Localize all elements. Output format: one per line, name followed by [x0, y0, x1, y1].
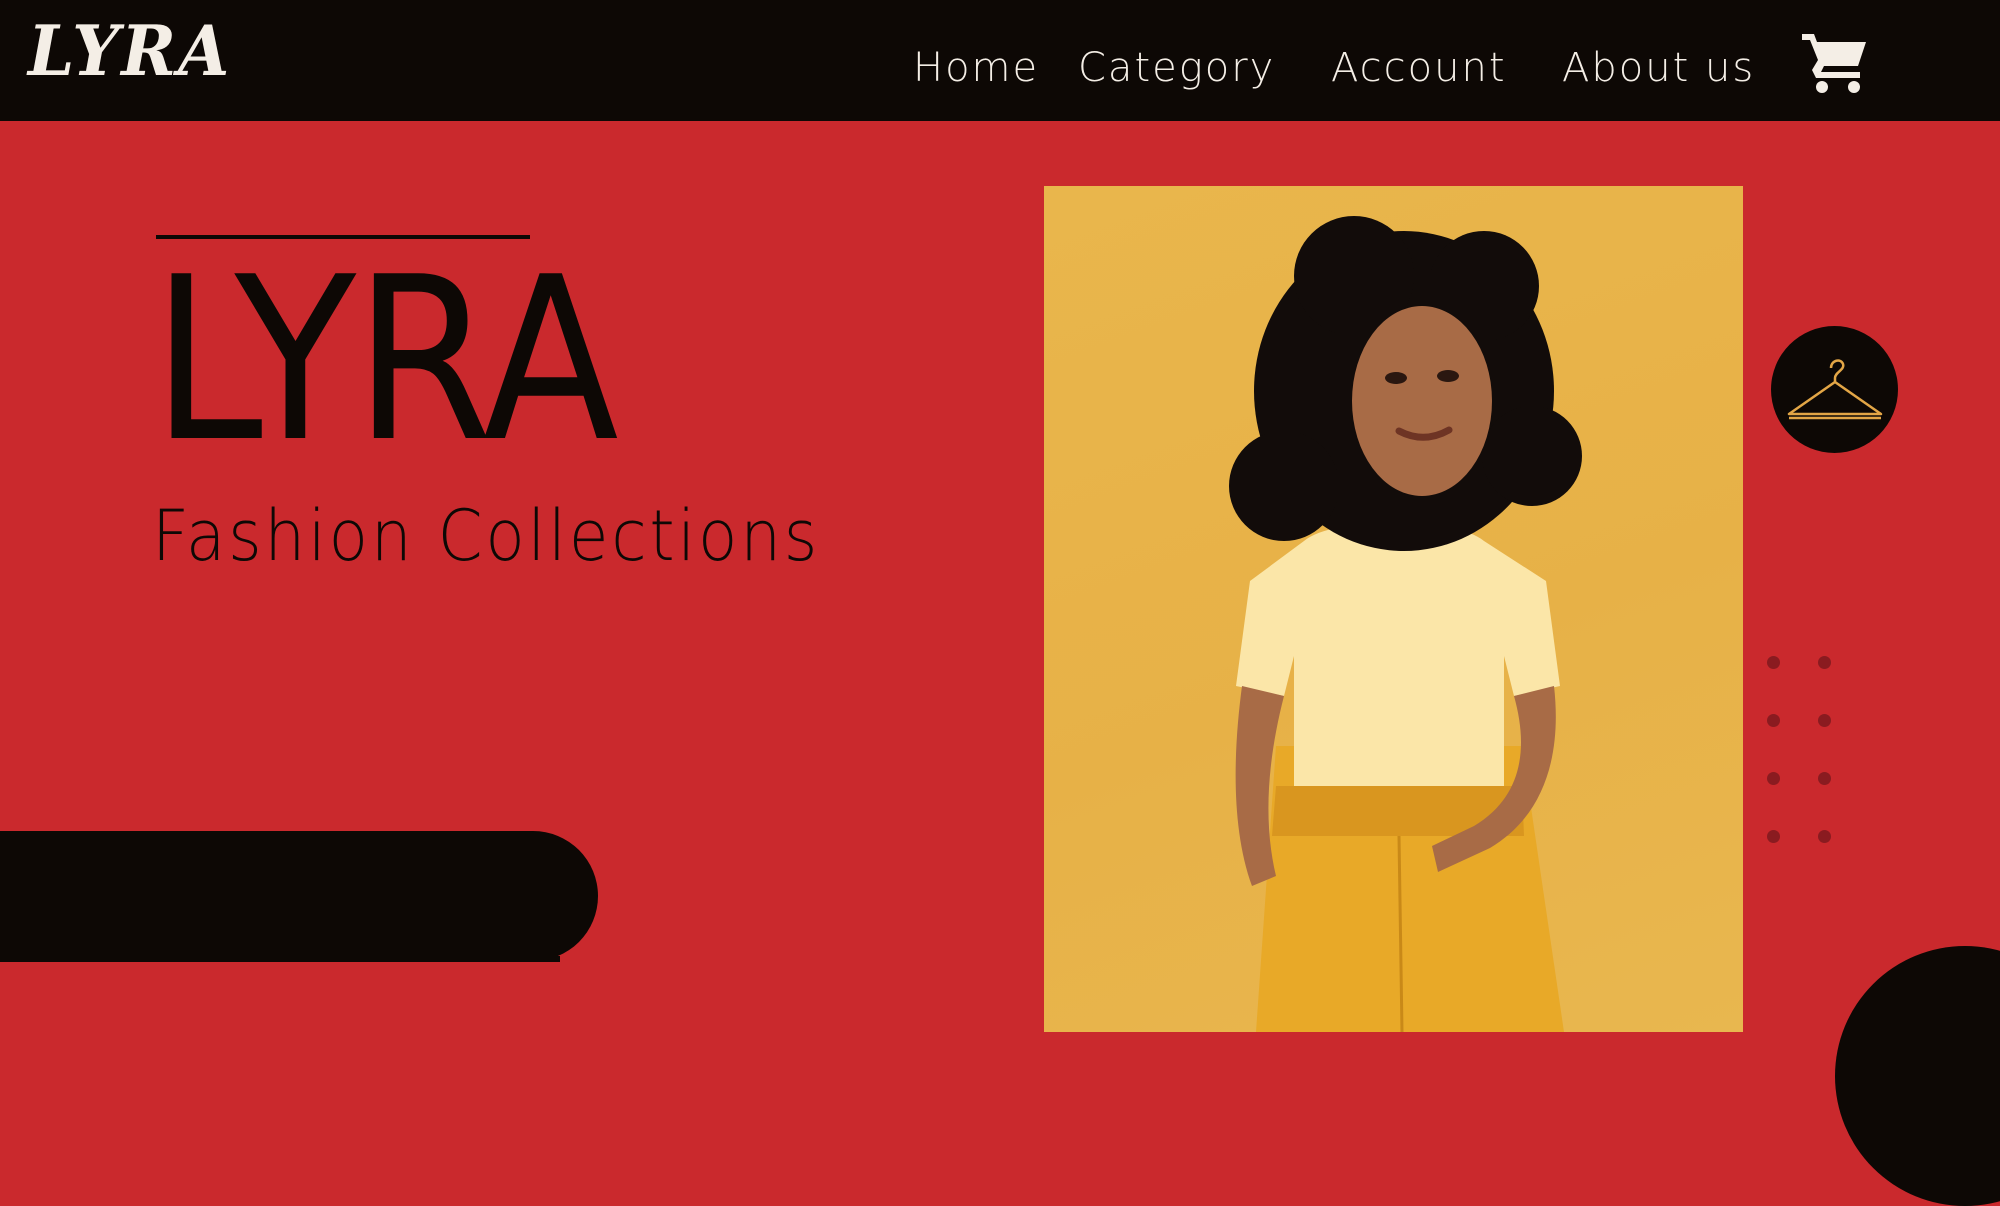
hero-subtitle: Fashion Collections [152, 495, 821, 577]
hanger-icon[interactable] [1771, 326, 1898, 453]
dot-grid-decoration [1767, 656, 1831, 846]
navbar: LYRA Home Category Account About us [0, 0, 2000, 121]
pill-shadow [0, 956, 560, 962]
nav-item-category[interactable]: Category [1078, 38, 1275, 98]
cta-pill-button[interactable] [0, 831, 598, 961]
hero-title: LYRA [152, 229, 619, 492]
nav-item-account[interactable]: Account [1331, 38, 1507, 98]
shopping-cart-icon[interactable] [1800, 30, 1870, 94]
corner-decoration [1835, 946, 2000, 1206]
model-photo [1044, 186, 1743, 1032]
nav-item-about-us[interactable]: About us [1562, 38, 1755, 98]
nav-item-home[interactable]: Home [913, 38, 1039, 98]
main-nav: Home Category Account About us [0, 38, 2000, 98]
